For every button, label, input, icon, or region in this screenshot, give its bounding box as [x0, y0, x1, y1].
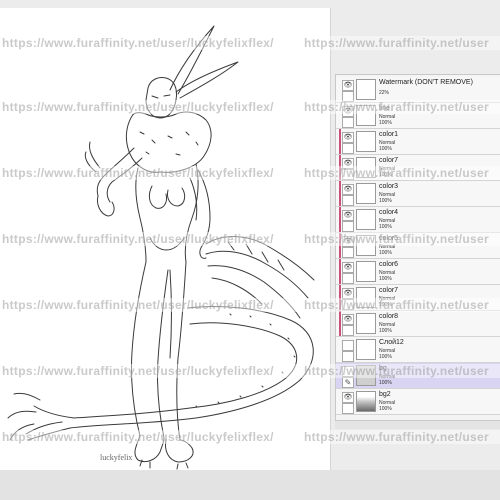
- layer-name: color3: [379, 183, 399, 190]
- layer-lock-checkbox[interactable]: [342, 247, 354, 258]
- layer-name: color7: [379, 287, 399, 294]
- layer-thumbnail: [356, 235, 376, 256]
- layer-lock-checkbox[interactable]: [342, 351, 354, 362]
- layer-thumbnail: [356, 391, 376, 412]
- layer-row-color3[interactable]: 👁 color3 Normal 100%: [336, 181, 500, 207]
- eye-icon[interactable]: 👁: [342, 288, 354, 299]
- layer-lock-checkbox[interactable]: [342, 221, 354, 232]
- layer-lock-checkbox[interactable]: [342, 273, 354, 284]
- eye-icon[interactable]: 👁: [342, 106, 354, 117]
- eye-icon[interactable]: 👁: [342, 132, 354, 143]
- eye-icon[interactable]: 👁: [342, 184, 354, 195]
- layer-thumbnail: [356, 339, 376, 360]
- eye-icon[interactable]: 👁: [342, 262, 354, 273]
- layer-lock-checkbox[interactable]: [342, 117, 354, 128]
- layer-lock-checkbox[interactable]: [342, 143, 354, 154]
- layer-row-line[interactable]: 👁 line Normal 100%: [336, 103, 500, 129]
- canvas-paper[interactable]: luckyfelix: [0, 8, 331, 470]
- layer-lock-checkbox[interactable]: [342, 91, 354, 102]
- layer-name: bg: [379, 365, 387, 372]
- layer-thumbnail: [356, 105, 376, 126]
- layers-panel-footer: [335, 420, 500, 429]
- layer-lock-checkbox[interactable]: [342, 403, 354, 414]
- eye-icon[interactable]: 👁: [342, 210, 354, 221]
- layer-lock-checkbox[interactable]: [342, 169, 354, 180]
- layer-opacity: 100%: [379, 146, 392, 152]
- layers-panel[interactable]: 👁 Watermark (DON'T REMOVE) 22% 👁 line No…: [335, 74, 500, 421]
- layer-row-sloi12[interactable]: Слой12 Normal 100%: [336, 337, 500, 363]
- layer-opacity: 100%: [379, 302, 392, 308]
- layer-name: color6: [379, 261, 399, 268]
- layer-opacity: 100%: [379, 198, 392, 204]
- layer-thumbnail: [356, 365, 376, 386]
- artist-signature: luckyfelix: [100, 453, 132, 462]
- layer-opacity: 100%: [379, 354, 392, 360]
- dragon-lineart: luckyfelix: [7, 25, 315, 470]
- layer-thumbnail: [356, 313, 376, 334]
- layer-row-color7-second[interactable]: 👁 color7 Normal 100%: [336, 285, 500, 311]
- layer-opacity: 100%: [379, 250, 392, 256]
- layer-name: color7: [379, 157, 399, 164]
- layer-opacity: 22%: [379, 90, 390, 96]
- eye-icon[interactable]: 👁: [342, 314, 354, 325]
- eye-icon[interactable]: 👁: [342, 236, 354, 247]
- layer-name: bg2: [379, 391, 391, 398]
- bottom-bar: [0, 470, 500, 500]
- layer-opacity: 100%: [379, 172, 392, 178]
- layer-lock-checkbox[interactable]: [342, 299, 354, 310]
- layer-thumbnail: [356, 79, 376, 100]
- layer-name: color8: [379, 313, 399, 320]
- layer-row-color5[interactable]: 👁 color5 Normal 100%: [336, 233, 500, 259]
- eye-icon[interactable]: 👁: [342, 80, 354, 91]
- layer-thumbnail: [356, 183, 376, 204]
- layer-lock-checkbox[interactable]: [342, 325, 354, 336]
- layer-opacity: 100%: [379, 406, 392, 412]
- eye-hidden-icon[interactable]: [342, 340, 354, 351]
- layer-row-color8[interactable]: 👁 color8 Normal 100%: [336, 311, 500, 337]
- layer-row-color7[interactable]: 👁 color7 Normal 100%: [336, 155, 500, 181]
- layer-name: color1: [379, 131, 399, 138]
- layer-row-watermark[interactable]: 👁 Watermark (DON'T REMOVE) 22%: [336, 77, 500, 103]
- layer-row-bg[interactable]: ✎ bg Normal 100%: [336, 363, 500, 389]
- layer-opacity: 100%: [379, 380, 392, 386]
- layer-row-color4[interactable]: 👁 color4 Normal 100%: [336, 207, 500, 233]
- layer-opacity: 100%: [379, 224, 392, 230]
- pen-icon[interactable]: ✎: [342, 377, 354, 388]
- eye-hidden-icon[interactable]: [342, 366, 354, 377]
- layer-name: color4: [379, 209, 399, 216]
- layer-thumbnail: [356, 157, 376, 178]
- layer-opacity: 100%: [379, 276, 392, 282]
- eye-icon[interactable]: 👁: [342, 158, 354, 169]
- layer-opacity: 100%: [379, 328, 392, 334]
- layer-lock-checkbox[interactable]: [342, 195, 354, 206]
- layer-thumbnail: [356, 131, 376, 152]
- layer-opacity: 100%: [379, 120, 392, 126]
- layer-name: Watermark (DON'T REMOVE): [379, 79, 473, 86]
- layer-row-color1[interactable]: 👁 color1 Normal 100%: [336, 129, 500, 155]
- layer-thumbnail: [356, 261, 376, 282]
- layer-row-color6[interactable]: 👁 color6 Normal 100%: [336, 259, 500, 285]
- eye-icon[interactable]: 👁: [342, 392, 354, 403]
- layer-row-bg2[interactable]: 👁 bg2 Normal 100%: [336, 389, 500, 415]
- layer-name: color5: [379, 235, 399, 242]
- layer-thumbnail: [356, 287, 376, 308]
- layer-name: Слой12: [379, 339, 404, 346]
- layer-name: line: [379, 105, 390, 112]
- layer-thumbnail: [356, 209, 376, 230]
